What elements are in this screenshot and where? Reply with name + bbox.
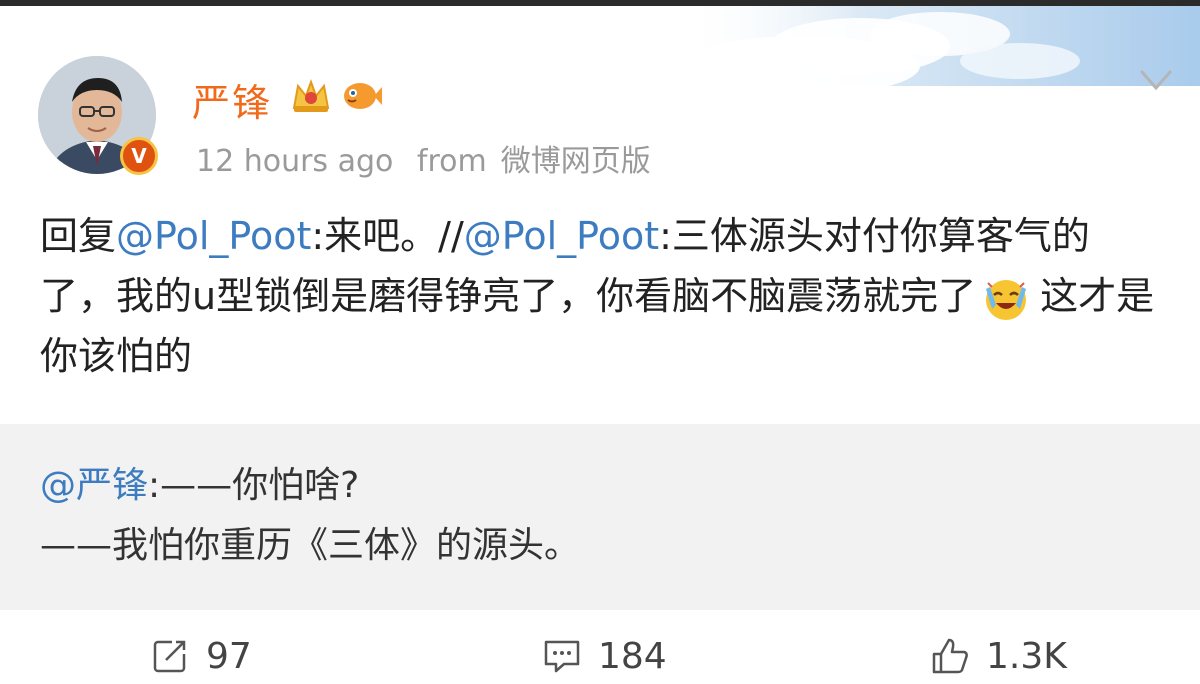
crown-badge-icon — [292, 79, 330, 112]
weibo-post-card: V 严锋 12 hours ago from 微博网页版 回复@Pol_Poot:… — [0, 6, 1200, 678]
comment-button[interactable]: 184 — [542, 634, 667, 678]
quoted-mention-link[interactable]: @严锋 — [40, 465, 148, 506]
reply-prefix: 回复 — [40, 214, 117, 258]
verified-v-icon: V — [120, 137, 158, 175]
action-bar: 97 184 1.3K — [0, 626, 1200, 684]
post-source[interactable]: 微博网页版 — [501, 144, 651, 179]
quoted-text: @严锋:——你怕啥? ——我怕你重历《三体》的源头。 — [40, 456, 1160, 576]
source-prefix: from — [416, 144, 487, 179]
comment-icon — [544, 640, 580, 673]
thumbs-up-icon — [932, 638, 968, 674]
quoted-repost[interactable]: @严锋:——你怕啥? ——我怕你重历《三体》的源头。 — [0, 424, 1200, 610]
repost-button[interactable]: 97 — [150, 634, 252, 678]
quoted-line-1: @严锋:——你怕啥? — [40, 456, 1160, 516]
repost-count: 97 — [206, 635, 252, 677]
like-count: 1.3K — [986, 635, 1067, 677]
like-button[interactable]: 1.3K — [930, 634, 1067, 678]
quoted-line-2: ——我怕你重历《三体》的源头。 — [40, 525, 581, 566]
fish-badge-icon — [344, 83, 382, 109]
repost-icon — [153, 640, 186, 673]
post-meta: 12 hours ago from 微博网页版 — [196, 136, 665, 180]
chevron-down-icon[interactable] — [1138, 66, 1174, 94]
mention-link[interactable]: @Pol_Poot — [464, 214, 659, 258]
post-body: 回复@Pol_Poot:来吧。//@Pol_Poot:三体源头对付你算客气的了，… — [40, 206, 1160, 386]
crying-laughing-emoji-icon — [986, 279, 1027, 320]
comment-count: 184 — [598, 635, 667, 677]
quoted-line-1-text: :——你怕啥? — [148, 465, 360, 506]
mention-link[interactable]: @Pol_Poot — [116, 214, 311, 258]
author-name[interactable]: 严锋 — [192, 72, 272, 127]
post-timestamp: 12 hours ago — [196, 144, 394, 179]
post-text-segment: :来吧。// — [311, 214, 464, 258]
